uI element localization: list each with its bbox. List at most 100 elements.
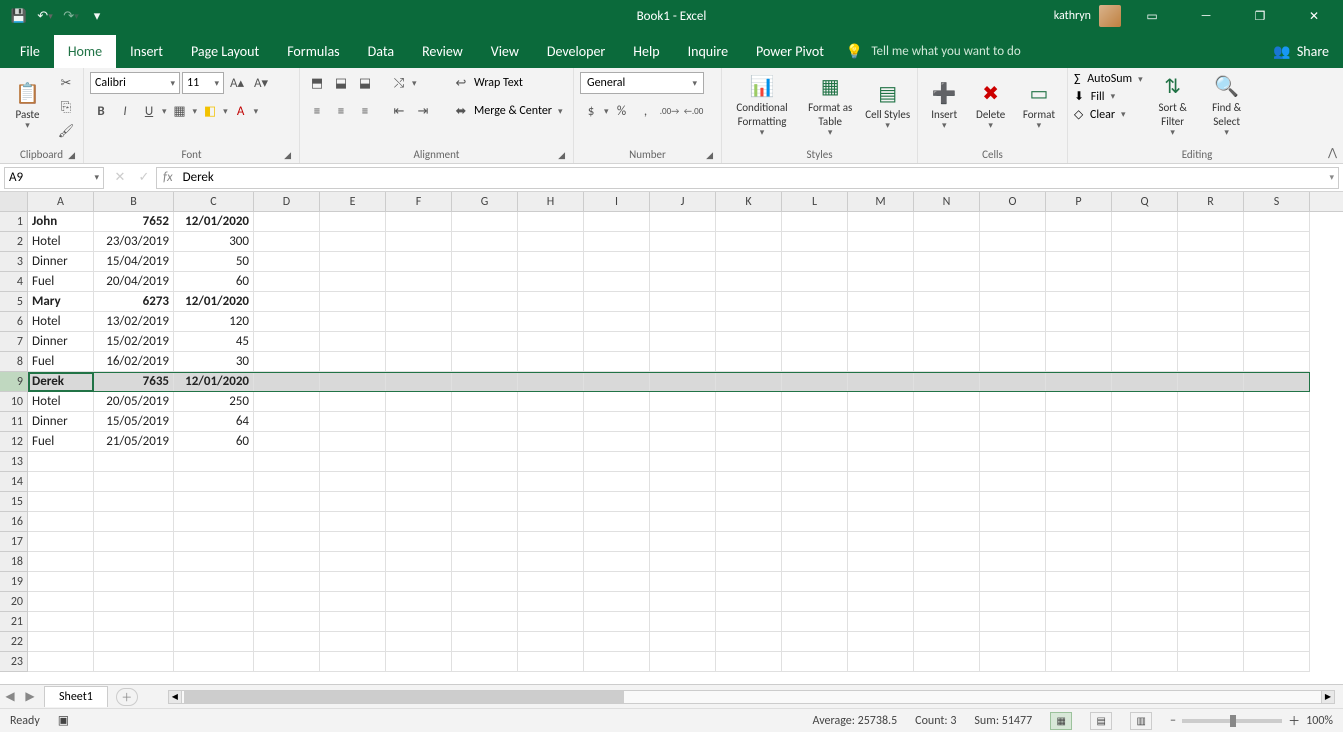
cell[interactable] <box>980 592 1046 612</box>
tab-developer[interactable]: Developer <box>533 35 619 68</box>
cell[interactable] <box>254 632 320 652</box>
cell[interactable] <box>452 392 518 412</box>
cell[interactable] <box>254 532 320 552</box>
cell[interactable] <box>452 592 518 612</box>
cell[interactable] <box>914 372 980 392</box>
cell[interactable] <box>716 332 782 352</box>
cell[interactable] <box>716 452 782 472</box>
cell[interactable]: 60 <box>174 272 254 292</box>
cell[interactable] <box>1244 432 1310 452</box>
table-row[interactable]: Fuel20/04/201960 <box>28 272 1310 292</box>
tab-formulas[interactable]: Formulas <box>273 35 353 68</box>
cell[interactable] <box>1112 512 1178 532</box>
cell[interactable] <box>320 472 386 492</box>
cell[interactable] <box>254 312 320 332</box>
cell[interactable] <box>716 632 782 652</box>
cell[interactable]: Dinner <box>28 332 94 352</box>
cell[interactable] <box>650 232 716 252</box>
cell[interactable] <box>584 432 650 452</box>
zoom-slider[interactable] <box>1182 719 1282 723</box>
cell[interactable] <box>650 332 716 352</box>
cell[interactable] <box>848 532 914 552</box>
cell[interactable] <box>914 292 980 312</box>
col-header-Q[interactable]: Q <box>1112 192 1178 211</box>
decrease-decimal-icon[interactable]: ←.00 <box>683 100 705 122</box>
cell[interactable] <box>980 492 1046 512</box>
cell[interactable] <box>848 212 914 232</box>
col-header-S[interactable]: S <box>1244 192 1310 211</box>
col-header-L[interactable]: L <box>782 192 848 211</box>
dialog-launcher-icon[interactable]: ◢ <box>68 150 75 161</box>
cell[interactable] <box>914 212 980 232</box>
cell[interactable] <box>518 572 584 592</box>
cell[interactable] <box>518 392 584 412</box>
fill-button[interactable]: ⬇ Fill▾ <box>1074 89 1143 104</box>
new-sheet-button[interactable]: ＋ <box>116 688 138 706</box>
cell[interactable] <box>716 252 782 272</box>
cell[interactable] <box>1244 612 1310 632</box>
cell[interactable] <box>28 592 94 612</box>
cell[interactable]: 45 <box>174 332 254 352</box>
copy-icon[interactable]: ⎘ <box>55 96 77 118</box>
cell[interactable] <box>320 552 386 572</box>
cell[interactable] <box>650 272 716 292</box>
conditional-formatting-button[interactable]: 📊Conditional Formatting▾ <box>728 72 796 142</box>
cell[interactable] <box>848 412 914 432</box>
cell[interactable] <box>848 572 914 592</box>
cell[interactable] <box>28 492 94 512</box>
number-format-combo[interactable]: General▾ <box>580 72 704 94</box>
cell[interactable] <box>584 452 650 472</box>
decrease-indent-icon[interactable]: ⇤ <box>388 100 410 122</box>
cell[interactable] <box>980 352 1046 372</box>
cell[interactable] <box>174 592 254 612</box>
col-header-P[interactable]: P <box>1046 192 1112 211</box>
cell[interactable]: 50 <box>174 252 254 272</box>
cell[interactable]: John <box>28 212 94 232</box>
insert-cells-button[interactable]: ➕Insert▾ <box>924 72 964 142</box>
cell[interactable] <box>1244 392 1310 412</box>
cell[interactable] <box>914 572 980 592</box>
font-size-combo[interactable]: 11▾ <box>182 72 224 94</box>
cell[interactable]: 15/02/2019 <box>94 332 174 352</box>
cell[interactable]: Fuel <box>28 272 94 292</box>
cell[interactable] <box>782 252 848 272</box>
cell[interactable] <box>914 432 980 452</box>
row-header[interactable]: 18 <box>0 552 28 572</box>
cell[interactable] <box>980 612 1046 632</box>
cell[interactable] <box>716 612 782 632</box>
cell[interactable] <box>716 532 782 552</box>
cell[interactable] <box>650 572 716 592</box>
cell[interactable] <box>1046 532 1112 552</box>
table-row[interactable]: Fuel21/05/201960 <box>28 432 1310 452</box>
cell[interactable] <box>1112 232 1178 252</box>
close-icon[interactable]: ✕ <box>1291 0 1337 32</box>
cell[interactable] <box>716 372 782 392</box>
align-left-icon[interactable]: ≡ <box>306 100 328 122</box>
cell[interactable] <box>1046 272 1112 292</box>
cell[interactable] <box>518 272 584 292</box>
cell[interactable] <box>716 412 782 432</box>
cell[interactable]: 12/01/2020 <box>174 212 254 232</box>
cell[interactable] <box>1178 612 1244 632</box>
cell[interactable] <box>782 392 848 412</box>
cell[interactable] <box>1244 292 1310 312</box>
cell[interactable] <box>1046 572 1112 592</box>
cancel-icon[interactable]: ✕ <box>108 167 132 189</box>
cell[interactable] <box>584 232 650 252</box>
sort-filter-button[interactable]: ⇅Sort & Filter▾ <box>1149 72 1197 142</box>
cell[interactable] <box>650 252 716 272</box>
cell[interactable] <box>1112 592 1178 612</box>
cell[interactable] <box>1046 292 1112 312</box>
cell[interactable] <box>650 352 716 372</box>
tab-view[interactable]: View <box>477 35 533 68</box>
cell[interactable] <box>386 632 452 652</box>
cell[interactable] <box>650 552 716 572</box>
cell[interactable] <box>1244 252 1310 272</box>
cell[interactable] <box>1112 252 1178 272</box>
cell[interactable]: 13/02/2019 <box>94 312 174 332</box>
cell[interactable] <box>848 352 914 372</box>
cell[interactable] <box>914 592 980 612</box>
cell[interactable] <box>518 472 584 492</box>
cell[interactable]: 64 <box>174 412 254 432</box>
cell[interactable] <box>716 212 782 232</box>
